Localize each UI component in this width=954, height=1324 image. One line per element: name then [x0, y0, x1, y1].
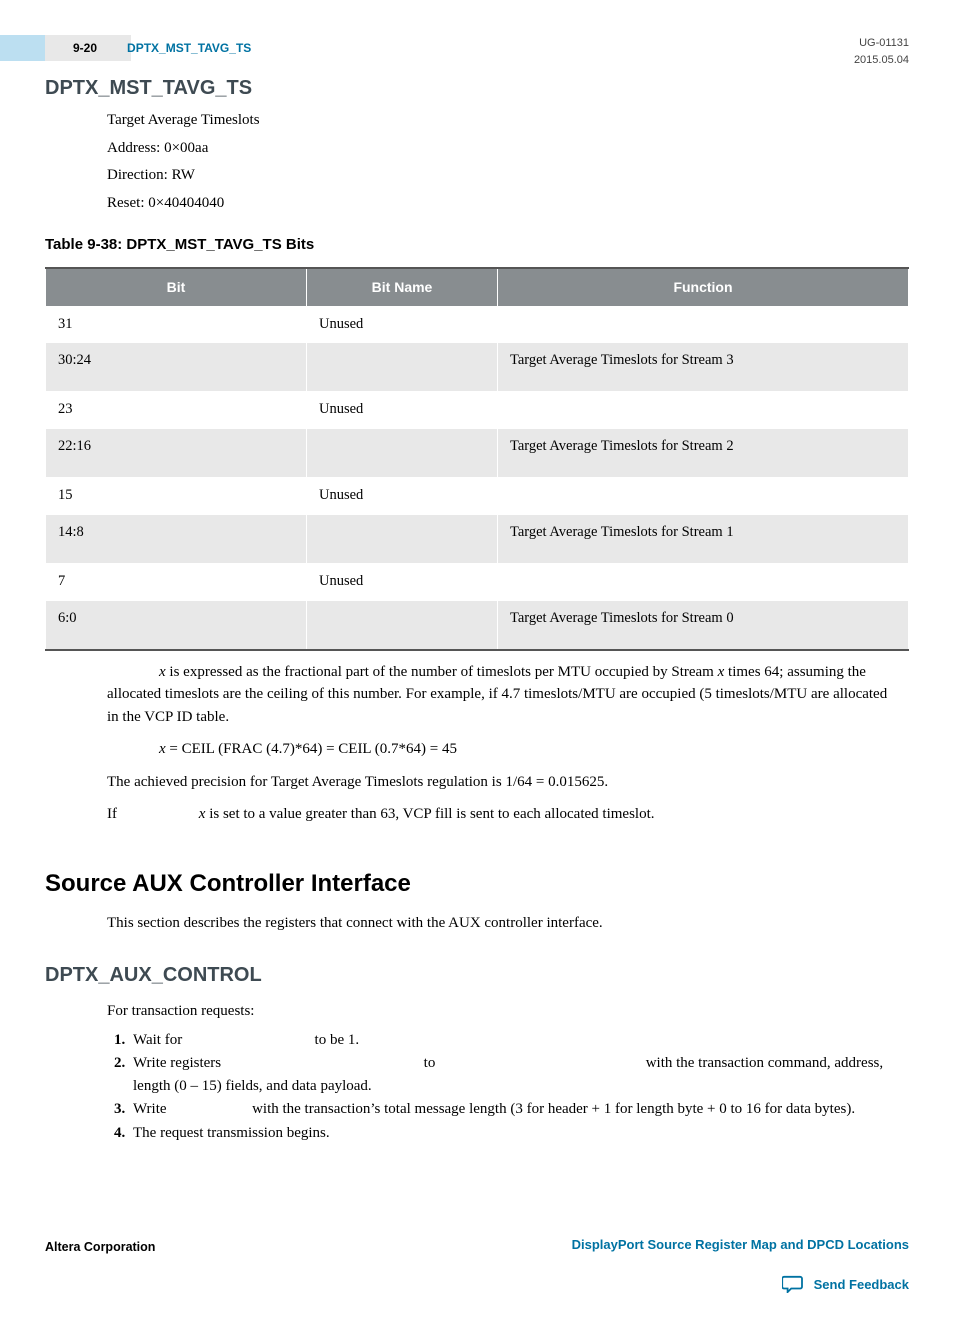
footer-company: Altera Corporation — [45, 1238, 155, 1257]
steps-list: Wait for to be 1. Write registers to wit… — [107, 1029, 899, 1145]
table-row: 30:24Target Average Timeslots for Stream… — [46, 343, 909, 392]
page-footer: Altera Corporation DisplayPort Source Re… — [45, 1234, 909, 1257]
note-p3: The achieved precision for Target Averag… — [107, 771, 899, 794]
table-row: 31Unused — [46, 306, 909, 343]
doc-id: UG-01131 — [854, 35, 909, 52]
prop-desc: Target Average Timeslots — [107, 109, 899, 132]
section-title-aux-control: DPTX_AUX_CONTROL — [45, 960, 909, 990]
note-p4: If x is set to a value greater than 63, … — [107, 803, 899, 826]
th-bitname: Bit Name — [307, 268, 498, 307]
feedback-link[interactable]: Send Feedback — [814, 1275, 909, 1295]
section-title-aux-interface: Source AUX Controller Interface — [45, 866, 909, 902]
step-1: Wait for to be 1. — [129, 1029, 899, 1052]
doc-date: 2015.05.04 — [854, 52, 909, 69]
bits-table: Bit Bit Name Function 31Unused 30:24Targ… — [45, 267, 909, 651]
step-4: The request transmission begins. — [129, 1122, 899, 1145]
th-function: Function — [498, 268, 909, 307]
section-title-tavg: DPTX_MST_TAVG_TS — [45, 73, 909, 103]
feedback-row: Send Feedback — [45, 1275, 909, 1295]
footer-doc-link[interactable]: DisplayPort Source Register Map and DPCD… — [572, 1237, 909, 1252]
th-bit: Bit — [46, 268, 307, 307]
running-header-title: DPTX_MST_TAVG_TS — [127, 39, 251, 57]
page-number: 9-20 — [73, 41, 115, 55]
table-row: 6:0Target Average Timeslots for Stream 0 — [46, 600, 909, 650]
table-row: 14:8Target Average Timeslots for Stream … — [46, 514, 909, 563]
prop-reset: Reset: 0×40404040 — [107, 192, 899, 215]
note-p1: x is expressed as the fractional part of… — [107, 661, 899, 729]
note-p2: x = CEIL (FRAC (4.7)*64) = CEIL (0.7*64)… — [159, 738, 899, 761]
table-caption: Table 9-38: DPTX_MST_TAVG_TS Bits — [45, 234, 909, 257]
doc-meta: UG-01131 2015.05.04 — [854, 35, 909, 68]
step-3: Write with the transaction’s total messa… — [129, 1098, 899, 1121]
page-number-badge: 9-20 — [0, 35, 131, 61]
feedback-icon[interactable] — [782, 1275, 804, 1293]
register-properties: Target Average Timeslots Address: 0×00aa… — [107, 109, 899, 214]
step-2: Write registers to with the transaction … — [129, 1052, 899, 1097]
aux-control-intro: For transaction requests: — [107, 1000, 899, 1023]
table-row: 22:16Target Average Timeslots for Stream… — [46, 429, 909, 478]
aux-intro: This section describes the registers tha… — [107, 912, 899, 935]
page-header: 9-20 DPTX_MST_TAVG_TS UG-01131 2015.05.0… — [45, 35, 909, 68]
table-row: 15Unused — [46, 478, 909, 515]
table-row: 23Unused — [46, 392, 909, 429]
prop-direction: Direction: RW — [107, 164, 899, 187]
prop-address: Address: 0×00aa — [107, 137, 899, 160]
table-row: 7Unused — [46, 563, 909, 600]
notes-block: x is expressed as the fractional part of… — [107, 661, 899, 826]
